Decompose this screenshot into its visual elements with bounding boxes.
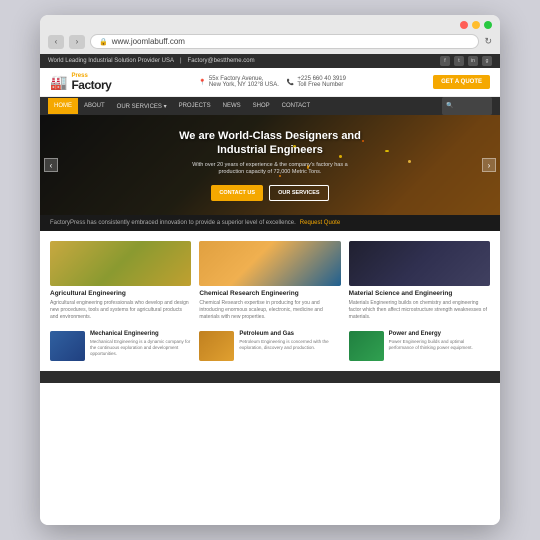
mechanical-content: Mechanical Engineering Mechanical Engine… bbox=[90, 331, 191, 357]
petroleum-desc: Petroleum Engineering is concerned with … bbox=[239, 339, 340, 351]
top-bar-left: World Leading Industrial Solution Provid… bbox=[48, 58, 255, 64]
nav-item-shop[interactable]: SHOP bbox=[247, 98, 276, 114]
agricultural-image bbox=[50, 241, 191, 286]
hero-title: We are World-Class Designers andIndustri… bbox=[179, 129, 361, 158]
site-logo: 🏭 Press Factory bbox=[50, 73, 111, 91]
material-desc: Materials Engineering builds on chemistr… bbox=[349, 300, 490, 321]
forward-button[interactable]: › bbox=[69, 35, 85, 49]
mechanical-image bbox=[50, 331, 85, 361]
material-title: Material Science and Engineering bbox=[349, 290, 490, 297]
phone-text: +225 660 40 3919 Toll Free Number bbox=[297, 76, 346, 88]
innovation-text: FactoryPress has consistently embraced i… bbox=[50, 220, 296, 226]
power-content: Power and Energy Power Engineering build… bbox=[389, 331, 490, 351]
facebook-icon[interactable]: f bbox=[440, 56, 450, 66]
world-leading-text: World Leading Industrial Solution Provid… bbox=[48, 58, 174, 64]
hero-content: We are World-Class Designers andIndustri… bbox=[179, 129, 361, 201]
nav-item-contact[interactable]: CONTACT bbox=[276, 98, 317, 114]
phone-item: 📞 +225 660 40 3919 Toll Free Number bbox=[287, 76, 346, 88]
hero-prev-button[interactable]: ‹ bbox=[44, 158, 58, 172]
main-services-grid: Agricultural Engineering Agricultural en… bbox=[50, 241, 490, 321]
material-image bbox=[349, 241, 490, 286]
maximize-button[interactable] bbox=[484, 21, 492, 29]
address-text: 55x Factory Avenue, New York, NY 102°8 U… bbox=[209, 76, 279, 88]
reload-button[interactable]: ↻ bbox=[484, 36, 492, 47]
nav-item-home[interactable]: HOME bbox=[48, 98, 78, 114]
power-image bbox=[349, 331, 384, 361]
logo-text: Press Factory bbox=[71, 73, 111, 91]
tollfree-label: Toll Free Number bbox=[297, 82, 346, 88]
hero-buttons: CONTACT US OUR SERVICES bbox=[179, 185, 361, 201]
hero-next-button[interactable]: › bbox=[482, 158, 496, 172]
petroleum-title: Petroleum and Gas bbox=[239, 331, 340, 337]
power-desc: Power Engineering builds and optimal per… bbox=[389, 339, 490, 351]
hero-subtitle: With over 20 years of experience & the c… bbox=[179, 162, 361, 177]
small-services-grid: Mechanical Engineering Mechanical Engine… bbox=[50, 331, 490, 361]
mechanical-desc: Mechanical Engineering is a dynamic comp… bbox=[90, 339, 191, 357]
innovation-bar: FactoryPress has consistently embraced i… bbox=[40, 215, 500, 231]
lock-icon: 🔒 bbox=[99, 38, 108, 46]
twitter-icon[interactable]: t bbox=[454, 56, 464, 66]
logo-factory: Factory bbox=[71, 79, 111, 91]
service-card-chemical: Chemical Research Engineering Chemical R… bbox=[199, 241, 340, 321]
nav-item-services[interactable]: OUR SERVICES ▾ bbox=[111, 98, 173, 115]
petroleum-content: Petroleum and Gas Petroleum Engineering … bbox=[239, 331, 340, 351]
nav-item-about[interactable]: ABOUT bbox=[78, 98, 111, 114]
location-icon: 📍 bbox=[198, 79, 205, 86]
small-service-petroleum: Petroleum and Gas Petroleum Engineering … bbox=[199, 331, 340, 361]
request-quote-link[interactable]: Request Quote bbox=[300, 220, 340, 226]
nav-item-projects[interactable]: PROJECTS bbox=[173, 98, 217, 114]
url-bar[interactable]: 🔒 www.joomlabuff.com bbox=[90, 34, 479, 49]
browser-chrome: ‹ › 🔒 www.joomlabuff.com ↻ bbox=[40, 15, 500, 54]
close-button[interactable] bbox=[460, 21, 468, 29]
header-contact: 📍 55x Factory Avenue, New York, NY 102°8… bbox=[198, 76, 346, 88]
traffic-lights bbox=[48, 21, 492, 29]
website-content: World Leading Industrial Solution Provid… bbox=[40, 54, 500, 525]
chemical-desc: Chemical Research expertise in producing… bbox=[199, 300, 340, 321]
site-header: 🏭 Press Factory 📍 55x Factory Avenue, Ne… bbox=[40, 68, 500, 97]
agricultural-desc: Agricultural engineering professionals w… bbox=[50, 300, 191, 321]
address-line2: New York, NY 102°8 USA. bbox=[209, 82, 279, 88]
phone-icon: 📞 bbox=[287, 79, 294, 86]
browser-nav-bar: ‹ › 🔒 www.joomlabuff.com ↻ bbox=[48, 34, 492, 49]
small-service-mechanical: Mechanical Engineering Mechanical Engine… bbox=[50, 331, 191, 361]
service-card-agricultural: Agricultural Engineering Agricultural en… bbox=[50, 241, 191, 321]
get-quote-button[interactable]: GET A QUOTE bbox=[433, 75, 490, 89]
logo-building-icon: 🏭 bbox=[50, 74, 67, 91]
our-services-button[interactable]: OUR SERVICES bbox=[269, 185, 328, 201]
contact-us-button[interactable]: CONTACT US bbox=[211, 185, 263, 201]
top-bar: World Leading Industrial Solution Provid… bbox=[40, 54, 500, 68]
minimize-button[interactable] bbox=[472, 21, 480, 29]
chemical-image bbox=[199, 241, 340, 286]
address-item: 📍 55x Factory Avenue, New York, NY 102°8… bbox=[198, 76, 278, 88]
footer-bar bbox=[40, 371, 500, 383]
email-text: Factory@besttheme.com bbox=[188, 58, 255, 64]
url-text: www.joomlabuff.com bbox=[112, 37, 185, 46]
hero-section: ‹ We are World-Class Designers andIndust… bbox=[40, 115, 500, 215]
browser-window: ‹ › 🔒 www.joomlabuff.com ↻ World Leading… bbox=[40, 15, 500, 525]
service-card-material: Material Science and Engineering Materia… bbox=[349, 241, 490, 321]
power-title: Power and Energy bbox=[389, 331, 490, 337]
services-section: Agricultural Engineering Agricultural en… bbox=[40, 231, 500, 371]
petroleum-image bbox=[199, 331, 234, 361]
linkedin-icon[interactable]: in bbox=[468, 56, 478, 66]
chemical-title: Chemical Research Engineering bbox=[199, 290, 340, 297]
top-bar-social: f t in g bbox=[440, 56, 492, 66]
back-button[interactable]: ‹ bbox=[48, 35, 64, 49]
mechanical-title: Mechanical Engineering bbox=[90, 331, 191, 337]
main-nav: HOME ABOUT OUR SERVICES ▾ PROJECTS NEWS … bbox=[40, 97, 500, 115]
googleplus-icon[interactable]: g bbox=[482, 56, 492, 66]
nav-item-news[interactable]: NEWS bbox=[217, 98, 247, 114]
agricultural-title: Agricultural Engineering bbox=[50, 290, 191, 297]
nav-search-input[interactable] bbox=[442, 97, 492, 115]
small-service-power: Power and Energy Power Engineering build… bbox=[349, 331, 490, 361]
